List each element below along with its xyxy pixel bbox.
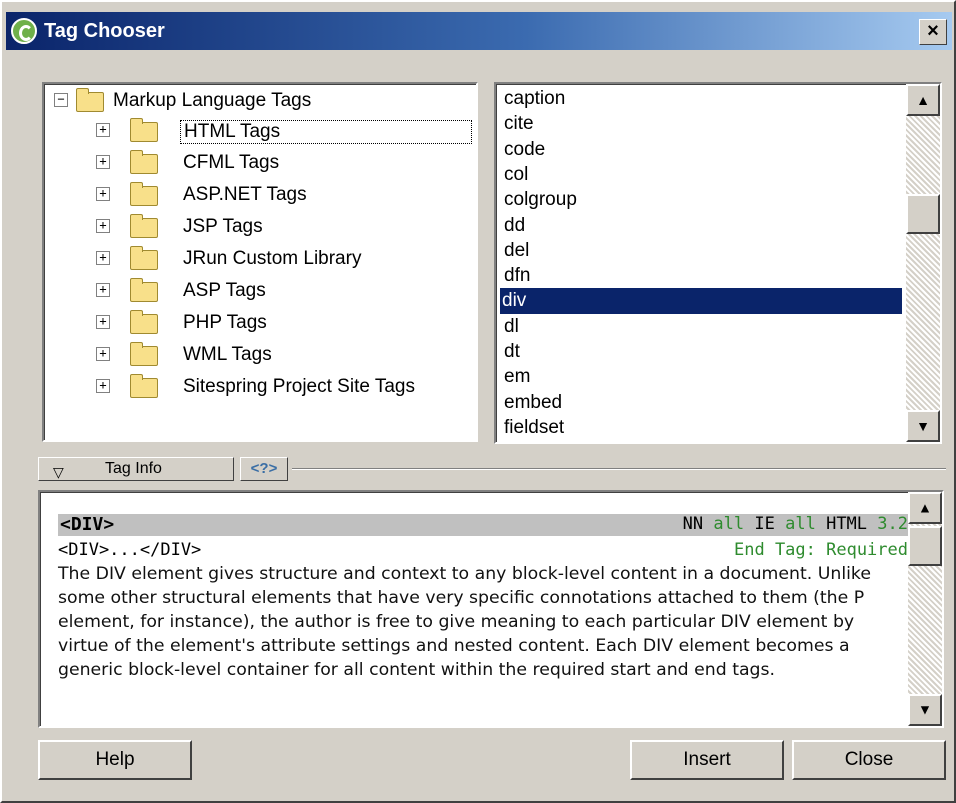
tree-item-label: WML Tags: [183, 344, 272, 365]
nn-value: all: [713, 514, 745, 534]
tag-info-label: Tag Info: [105, 460, 162, 477]
nn-label: NN: [682, 514, 704, 534]
tag-list-item[interactable]: del: [502, 238, 904, 264]
tag-name: <DIV>: [60, 514, 115, 535]
tag-description: The DIV element gives structure and cont…: [58, 564, 871, 680]
tree-item-label: PHP Tags: [183, 312, 267, 333]
help-button[interactable]: Help: [38, 740, 192, 780]
app-logo-icon: [11, 18, 37, 44]
tag-info-scrollbar[interactable]: ▲ ▼: [908, 492, 942, 726]
expand-icon[interactable]: +: [96, 123, 110, 137]
tag-list-item[interactable]: cite: [502, 111, 904, 137]
reference-help-button[interactable]: <?>: [240, 457, 288, 481]
folder-icon: [130, 342, 158, 366]
folder-icon: [130, 374, 158, 398]
scroll-thumb[interactable]: [906, 194, 940, 234]
tag-chooser-dialog: Tag Chooser × − Markup Language Tags + H…: [0, 0, 956, 803]
expand-icon[interactable]: +: [96, 379, 110, 393]
tag-info-content: <DIV> NN all IE all HTML 3.2 <DIV>...</D…: [58, 514, 910, 682]
scroll-down-button[interactable]: ▼: [908, 694, 942, 726]
tag-syntax: <DIV>...</DIV>: [58, 540, 202, 560]
folder-icon: [130, 310, 158, 334]
folder-icon: [130, 214, 158, 238]
tree-item-label: Sitespring Project Site Tags: [183, 376, 415, 397]
tag-list-item[interactable]: dfn: [502, 263, 904, 289]
tag-list-item[interactable]: caption: [502, 86, 904, 112]
folder-icon: [130, 150, 158, 174]
expand-icon[interactable]: +: [96, 315, 110, 329]
tag-list-item[interactable]: em: [502, 364, 904, 390]
tree-item-label: JSP Tags: [183, 216, 263, 237]
tag-info-panel: <DIV> NN all IE all HTML 3.2 <DIV>...</D…: [38, 490, 944, 728]
folder-icon: [76, 88, 104, 112]
tag-list-item[interactable]: dl: [502, 314, 904, 340]
tag-info-header: <DIV> NN all IE all HTML 3.2: [58, 514, 910, 536]
expand-icon[interactable]: +: [96, 251, 110, 265]
tree-item-label: ASP Tags: [183, 280, 266, 301]
tag-list-item[interactable]: col: [502, 162, 904, 188]
browser-compatibility: NN all IE all HTML 3.2: [683, 514, 908, 534]
insert-button[interactable]: Insert: [630, 740, 784, 780]
tree-item-label: HTML Tags: [180, 120, 472, 144]
expand-icon[interactable]: +: [96, 219, 110, 233]
expand-icon[interactable]: +: [96, 155, 110, 169]
tag-list-item[interactable]: div: [500, 288, 902, 315]
tag-list[interactable]: caption cite code col colgroup dd del dfn div dl d…: [494, 82, 942, 444]
close-window-button[interactable]: ×: [919, 19, 947, 45]
scroll-down-button[interactable]: ▼: [906, 410, 940, 442]
tag-list-item[interactable]: fieldset: [502, 415, 904, 441]
expand-icon[interactable]: +: [96, 283, 110, 297]
html-label: HTML: [826, 514, 868, 534]
html-version: 3.2: [877, 514, 908, 534]
folder-icon: [130, 118, 158, 142]
tree-item-label: Markup Language Tags: [113, 90, 312, 111]
collapse-triangle-icon: ▽: [53, 464, 64, 480]
ie-label: IE: [754, 514, 775, 534]
scroll-thumb[interactable]: [908, 526, 942, 566]
folder-icon: [130, 246, 158, 270]
folder-icon: [130, 278, 158, 302]
tag-list-item[interactable]: dd: [502, 213, 904, 239]
collapse-icon[interactable]: −: [54, 93, 68, 107]
expand-icon[interactable]: +: [96, 187, 110, 201]
ie-value: all: [785, 514, 816, 534]
expand-icon[interactable]: +: [96, 347, 110, 361]
tag-info-toggle[interactable]: ▽ Tag Info: [38, 457, 234, 481]
tag-list-item[interactable]: embed: [502, 390, 904, 416]
tree-item-label: JRun Custom Library: [183, 248, 362, 269]
tag-syntax-row: <DIV>...</DIV> End Tag: Required: [58, 540, 910, 562]
tag-list-scrollbar[interactable]: ▲ ▼: [906, 84, 940, 442]
panel-divider: [292, 468, 946, 470]
close-button[interactable]: Close: [792, 740, 946, 780]
tag-list-item[interactable]: code: [502, 137, 904, 163]
tag-list-item[interactable]: dt: [502, 339, 904, 365]
tag-library-tree[interactable]: − Markup Language Tags + HTML Tags + CFM…: [42, 82, 478, 442]
end-tag-requirement: End Tag: Required: [734, 540, 908, 560]
title-bar: Tag Chooser ×: [6, 12, 952, 50]
folder-icon: [130, 182, 158, 206]
scroll-up-button[interactable]: ▲: [906, 84, 940, 116]
tree-item-label: CFML Tags: [183, 152, 280, 173]
window-title: Tag Chooser: [44, 20, 165, 42]
tree-item-label: ASP.NET Tags: [183, 184, 307, 205]
scroll-up-button[interactable]: ▲: [908, 492, 942, 524]
tag-list-item[interactable]: colgroup: [502, 187, 904, 213]
